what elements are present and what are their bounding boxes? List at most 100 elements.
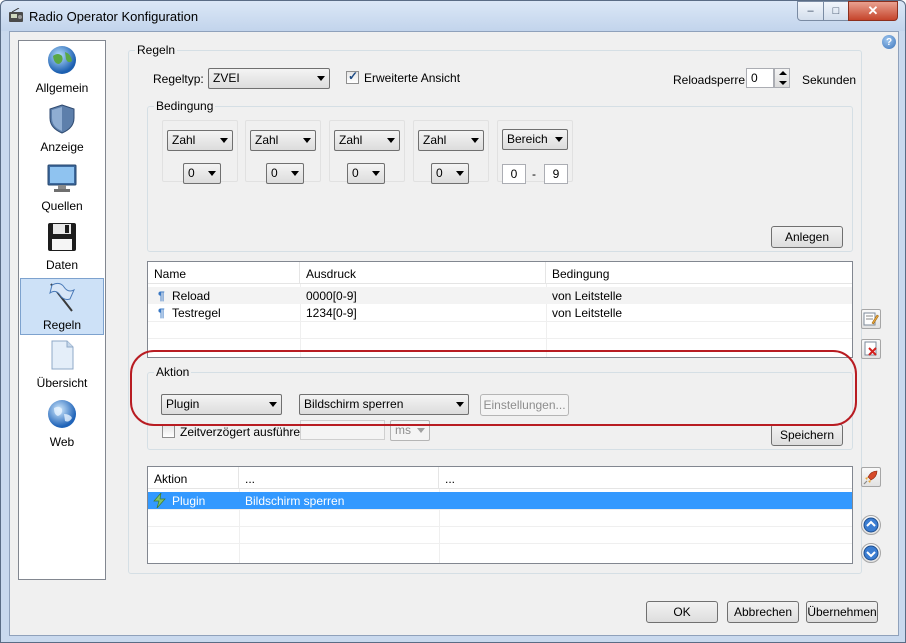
sidebar-item-label: Übersicht	[36, 376, 88, 390]
floppy-disk-icon	[48, 223, 76, 251]
table-row[interactable]: Plugin Bildschirm sperren	[148, 492, 852, 509]
row-divider	[148, 321, 852, 322]
edit-rule-button[interactable]	[861, 309, 881, 329]
condition-value-dropdown-4[interactable]: 0	[431, 163, 469, 184]
range-separator: -	[532, 167, 536, 181]
edit-icon	[863, 312, 879, 326]
delay-input[interactable]	[300, 420, 385, 440]
sidebar-item-quellen[interactable]: Quellen	[20, 160, 104, 217]
sidebar-item-web[interactable]: Web	[20, 396, 104, 453]
move-up-button[interactable]	[861, 515, 881, 535]
monitor-icon	[47, 164, 77, 192]
condition-value-dropdown-3[interactable]: 0	[347, 163, 385, 184]
column-header-action[interactable]: Aktion	[148, 467, 239, 489]
condition-range-type: Bereich	[507, 132, 548, 146]
chevron-down-icon	[471, 138, 479, 143]
regeltyp-dropdown[interactable]: ZVEI	[208, 68, 330, 89]
save-action-button[interactable]: Speichern	[771, 424, 843, 446]
condition-value: 0	[188, 166, 195, 180]
delay-unit-value: ms	[395, 423, 411, 437]
condition-value-dropdown-2[interactable]: 0	[266, 163, 304, 184]
chevron-down-icon	[317, 76, 325, 81]
plugin-lightning-icon	[153, 493, 166, 508]
sidebar-item-allgemein[interactable]: Allgemein	[20, 42, 104, 99]
add-rule-button[interactable]: Anlegen	[771, 226, 843, 248]
condition-value-dropdown-1[interactable]: 0	[183, 163, 221, 184]
sidebar-item-label: Anzeige	[40, 140, 84, 154]
cancel-button[interactable]: Abbrechen	[727, 601, 799, 623]
sidebar-item-uebersicht[interactable]: Übersicht	[20, 337, 104, 394]
reload-input[interactable]: 0	[746, 68, 774, 88]
chevron-down-icon	[456, 402, 464, 407]
rule-condition: von Leitstelle	[552, 306, 623, 320]
condition-type-dropdown-3[interactable]: Zahl	[334, 130, 400, 151]
table-row[interactable]: ¶ Testregel 1234[0-9] von Leitstelle	[148, 304, 852, 321]
action-name: Plugin	[172, 494, 206, 508]
column-header-condition[interactable]: Bedingung	[546, 262, 852, 284]
column-header-name[interactable]: Name	[148, 262, 300, 284]
action-table: Aktion ... ... Plugin Bildschirm sperren	[147, 466, 853, 564]
chevron-down-icon	[208, 171, 216, 176]
regeltyp-label: Regeltyp:	[153, 72, 204, 86]
condition-type-dropdown-1[interactable]: Zahl	[167, 130, 233, 151]
dialog-client: ? Allgemein Anzeige Quellen Daten Regeln…	[9, 31, 899, 636]
plugin-dropdown[interactable]: Bildschirm sperren	[299, 394, 469, 415]
condition-group-title: Bedingung	[154, 99, 216, 113]
chevron-down-icon	[303, 138, 311, 143]
reload-stepper[interactable]	[774, 68, 790, 88]
chevron-down-icon	[417, 428, 425, 433]
range-from-input[interactable]: 0	[502, 164, 526, 184]
row-divider	[148, 509, 852, 510]
sidebar-item-label: Regeln	[42, 318, 82, 332]
sidebar-item-anzeige[interactable]: Anzeige	[20, 101, 104, 158]
column-header-extra[interactable]: ...	[439, 467, 852, 489]
chevron-down-icon	[387, 138, 395, 143]
rules-table-header: Name Ausdruck Bedingung	[148, 262, 852, 284]
ok-button[interactable]: OK	[646, 601, 718, 623]
range-to-input[interactable]: 9	[544, 164, 568, 184]
minimize-button[interactable]: –	[797, 1, 824, 21]
title-bar[interactable]: Radio Operator Konfiguration – □ ✕	[1, 1, 905, 31]
help-icon[interactable]: ?	[882, 35, 896, 49]
plugin-settings-button[interactable]: Einstellungen...	[480, 394, 569, 416]
delay-unit-dropdown[interactable]: ms	[390, 420, 430, 441]
delete-rule-button[interactable]	[861, 339, 881, 359]
apply-button[interactable]: Übernehmen	[806, 601, 878, 623]
rocket-icon	[863, 470, 878, 485]
action-type-dropdown[interactable]: Plugin	[161, 394, 282, 415]
extended-view-checkbox[interactable]	[346, 69, 359, 84]
condition-type-dropdown-2[interactable]: Zahl	[250, 130, 316, 151]
column-header-detail[interactable]: ...	[239, 467, 439, 489]
condition-type-dropdown-4[interactable]: Zahl	[418, 130, 484, 151]
row-divider	[148, 338, 852, 339]
sidebar-item-regeln[interactable]: Regeln	[20, 278, 104, 335]
sidebar-item-label: Daten	[45, 258, 79, 272]
add-action-button[interactable]	[861, 467, 881, 487]
action-group-title: Aktion	[154, 365, 192, 379]
delayed-execution-checkbox[interactable]	[162, 425, 175, 438]
arrow-down-icon	[863, 545, 879, 561]
globe-icon	[48, 400, 76, 428]
document-icon	[51, 340, 74, 370]
condition-value: 0	[436, 166, 443, 180]
window-title: Radio Operator Konfiguration	[29, 9, 199, 24]
window: Radio Operator Konfiguration – □ ✕ ? All…	[0, 0, 906, 643]
close-button[interactable]: ✕	[848, 1, 898, 21]
chevron-down-icon	[456, 171, 464, 176]
move-down-button[interactable]	[861, 543, 881, 563]
condition-value: 0	[271, 166, 278, 180]
action-table-header: Aktion ... ...	[148, 467, 852, 489]
rules-group-title: Regeln	[135, 43, 178, 57]
table-row[interactable]: ¶ Reload 0000[0-9] von Leitstelle	[148, 287, 852, 304]
sidebar-item-daten[interactable]: Daten	[20, 219, 104, 276]
extended-view-label: Erweiterte Ansicht	[364, 71, 461, 85]
rule-expression: 0000[0-9]	[306, 289, 357, 303]
delete-icon	[864, 341, 877, 356]
regeltyp-value: ZVEI	[213, 71, 240, 85]
arrow-up-icon	[863, 517, 879, 533]
condition-range-dropdown[interactable]: Bereich	[502, 129, 568, 150]
condition-type-value: Zahl	[339, 133, 363, 147]
plugin-value: Bildschirm sperren	[304, 397, 404, 411]
column-header-expression[interactable]: Ausdruck	[300, 262, 546, 284]
maximize-button[interactable]: □	[823, 1, 849, 21]
